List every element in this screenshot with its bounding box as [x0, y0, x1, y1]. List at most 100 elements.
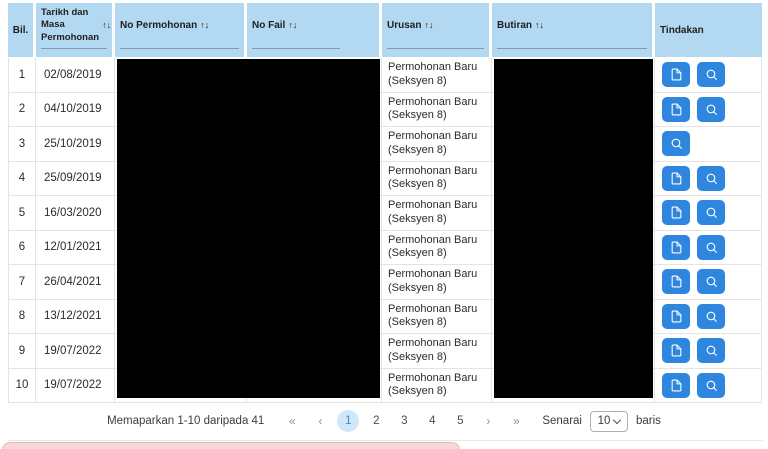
search-button[interactable]: [697, 234, 725, 260]
search-icon: [706, 173, 717, 184]
pagination-summary: Memaparkan 1-10 daripada 41: [107, 415, 265, 427]
cell-tarikh: 02/08/2019: [36, 58, 115, 92]
column-filter-input[interactable]: [120, 48, 239, 49]
document-icon: [671, 241, 681, 254]
search-button[interactable]: [697, 372, 725, 398]
search-button[interactable]: [697, 165, 725, 191]
column-label: Tarikh dan Masa Permohonan: [41, 6, 100, 43]
sort-arrows-icon[interactable]: ↑↓: [424, 20, 433, 32]
cell-tarikh: 19/07/2022: [36, 334, 115, 368]
cell-tarikh: 12/01/2021: [36, 230, 115, 264]
column-filter-input[interactable]: [41, 48, 107, 49]
document-button[interactable]: [662, 303, 690, 329]
page-size-select[interactable]: 10: [589, 410, 628, 432]
cell-bil: 2: [8, 92, 36, 126]
cell-tindakan: [655, 368, 762, 402]
search-icon: [706, 380, 717, 391]
redaction-overlay-butiran: [494, 59, 653, 398]
column-label: Bil.: [12, 24, 29, 36]
page-button-4[interactable]: 4: [422, 415, 442, 427]
cell-urusan: Permohonan Baru (Seksyen 8): [382, 368, 492, 402]
document-icon: [671, 172, 681, 185]
search-button[interactable]: [697, 200, 725, 226]
last-page-button[interactable]: »: [506, 414, 526, 428]
column-header-butiran[interactable]: Butiran ↑↓: [492, 3, 655, 57]
page-button-1[interactable]: 1: [337, 410, 360, 432]
column-label: No Fail: [252, 20, 286, 31]
page-button-3[interactable]: 3: [394, 415, 414, 427]
column-header-urusan[interactable]: Urusan ↑↓: [382, 3, 492, 57]
document-icon: [671, 310, 681, 323]
table-header: Bil. Tarikh dan Masa Permohonan ↑↓ No Permo…: [8, 3, 762, 57]
document-icon: [671, 103, 681, 116]
document-button[interactable]: [662, 96, 690, 122]
page-button-2[interactable]: 2: [366, 415, 386, 427]
cell-tindakan: [655, 299, 762, 333]
first-page-button[interactable]: «: [282, 414, 302, 428]
cell-tindakan: [655, 334, 762, 368]
column-header-tarikh-dan-masa-permohonan[interactable]: Tarikh dan Masa Permohonan ↑↓: [36, 3, 115, 57]
column-label: Tindakan: [660, 24, 704, 36]
sort-arrows-icon[interactable]: ↑↓: [288, 20, 297, 32]
search-button[interactable]: [697, 338, 725, 364]
search-icon: [706, 104, 717, 115]
sort-arrows-icon[interactable]: ↑↓: [535, 20, 544, 32]
bottom-divider: [8, 440, 763, 441]
cell-bil: 10: [8, 368, 36, 402]
column-filter-input[interactable]: [252, 48, 340, 49]
cell-tarikh: 19/07/2022: [36, 368, 115, 402]
search-icon: [706, 311, 717, 322]
page-size-label: Senarai: [542, 415, 582, 427]
column-header-no-fail[interactable]: No Fail ↑↓: [247, 3, 382, 57]
document-button[interactable]: [662, 165, 690, 191]
column-label: Urusan: [387, 20, 422, 31]
document-button[interactable]: [662, 372, 690, 398]
page-size-suffix: baris: [635, 415, 661, 427]
column-header-no-permohonan[interactable]: No Permohonan ↑↓: [115, 3, 247, 57]
page-button-5[interactable]: 5: [450, 415, 470, 427]
document-button[interactable]: [662, 200, 690, 226]
sort-arrows-icon[interactable]: ↑↓: [200, 20, 209, 32]
cell-bil: 9: [8, 334, 36, 368]
cell-urusan: Permohonan Baru (Seksyen 8): [382, 334, 492, 368]
pagination-bar: Memaparkan 1-10 daripada 41 « ‹ 12345 › …: [0, 403, 768, 439]
column-header-tindakan: Tindakan: [655, 3, 762, 57]
cell-tindakan: [655, 161, 762, 195]
column-filter-input[interactable]: [497, 48, 647, 49]
next-page-button[interactable]: ›: [478, 414, 498, 428]
previous-page-button[interactable]: ‹: [310, 414, 330, 428]
cell-tindakan: [655, 196, 762, 230]
applications-table-screen: Bil. Tarikh dan Masa Permohonan ↑↓ No Permo…: [0, 0, 768, 449]
search-button[interactable]: [697, 303, 725, 329]
cell-tindakan: [655, 92, 762, 126]
search-button[interactable]: [697, 62, 725, 88]
cell-tarikh: 04/10/2019: [36, 92, 115, 126]
cell-tindakan: [655, 265, 762, 299]
search-button[interactable]: [662, 131, 690, 157]
sort-arrows-icon[interactable]: ↑↓: [102, 20, 111, 32]
search-button[interactable]: [697, 96, 725, 122]
cell-tindakan: [655, 230, 762, 264]
document-button[interactable]: [662, 62, 690, 88]
page-number-list: 12345: [334, 410, 474, 432]
column-label: Butiran: [497, 20, 532, 31]
cell-urusan: Permohonan Baru (Seksyen 8): [382, 230, 492, 264]
search-button[interactable]: [697, 269, 725, 295]
cell-urusan: Permohonan Baru (Seksyen 8): [382, 196, 492, 230]
cell-urusan: Permohonan Baru (Seksyen 8): [382, 265, 492, 299]
column-filter-input[interactable]: [387, 48, 484, 49]
cell-urusan: Permohonan Baru (Seksyen 8): [382, 299, 492, 333]
cell-bil: 3: [8, 127, 36, 161]
page-size-value: 10: [597, 415, 611, 427]
column-header-bil: Bil.: [8, 3, 36, 57]
search-icon: [706, 345, 717, 357]
document-icon: [671, 68, 681, 81]
search-icon: [706, 69, 717, 81]
cell-bil: 4: [8, 161, 36, 195]
cell-tarikh: 25/10/2019: [36, 127, 115, 161]
document-icon: [671, 275, 681, 288]
document-button[interactable]: [662, 269, 690, 295]
document-button[interactable]: [662, 234, 690, 260]
document-button[interactable]: [662, 338, 690, 364]
cell-tarikh: 16/03/2020: [36, 196, 115, 230]
